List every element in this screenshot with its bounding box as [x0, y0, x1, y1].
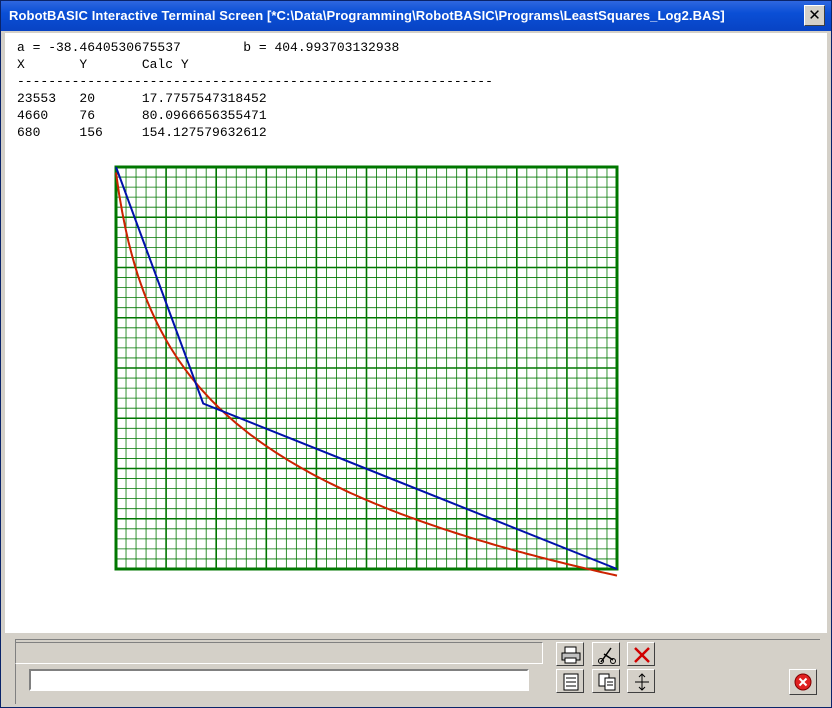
title-bar[interactable]: RobotBASIC Interactive Terminal Screen […	[1, 1, 831, 31]
stop-button[interactable]	[789, 669, 817, 695]
clear-icon	[634, 647, 650, 663]
print-button[interactable]	[556, 642, 584, 666]
printer-icon	[561, 646, 581, 664]
list-button[interactable]	[556, 669, 584, 693]
resize-button[interactable]	[627, 669, 655, 693]
window-title: RobotBASIC Interactive Terminal Screen […	[9, 8, 725, 23]
close-icon: ✕	[808, 6, 821, 24]
copy-icon	[598, 673, 616, 691]
close-button[interactable]: ✕	[804, 5, 825, 26]
terminal-window: RobotBASIC Interactive Terminal Screen […	[0, 0, 832, 708]
copy-button[interactable]	[592, 669, 620, 693]
resize-icon	[635, 673, 649, 691]
list-icon	[563, 673, 579, 691]
plot-area	[114, 165, 619, 577]
status-strip	[15, 642, 543, 664]
cut-icon	[598, 647, 616, 664]
stop-icon	[794, 673, 812, 691]
terminal-screen: a = -38.4640530675537 b = 404.9937031329…	[5, 33, 827, 633]
command-input[interactable]	[29, 669, 529, 691]
cut-button[interactable]	[592, 642, 620, 666]
clear-button[interactable]	[627, 642, 655, 666]
